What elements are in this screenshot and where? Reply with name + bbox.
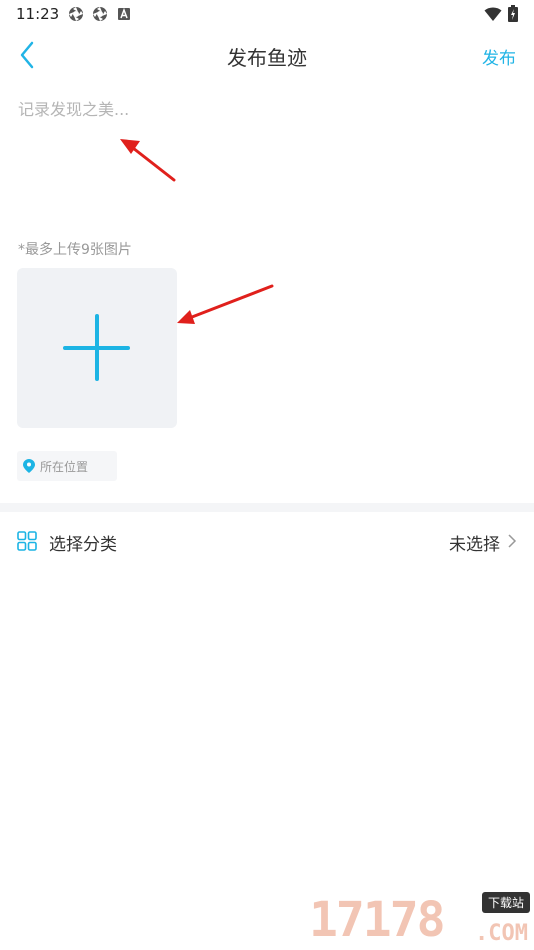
upload-hint: *最多上传9张图片 <box>18 242 132 258</box>
section-divider <box>0 503 534 512</box>
post-content-input[interactable] <box>18 96 516 216</box>
status-notification-icons <box>68 6 132 22</box>
watermark-digits: 17178 <box>309 892 445 948</box>
add-image-button[interactable] <box>17 268 177 428</box>
category-value: 未选择 <box>449 535 500 555</box>
status-time: 11:23 <box>16 5 60 23</box>
watermark-badge: 下载站 <box>481 892 530 913</box>
status-system-icons <box>484 5 518 26</box>
location-label: 所在位置 <box>40 459 89 474</box>
page-title: 发布鱼迹 <box>227 46 307 70</box>
app-a-icon <box>116 6 132 22</box>
aperture-icon <box>68 6 84 22</box>
plus-icon-vertical <box>95 314 99 381</box>
category-label: 选择分类 <box>49 535 117 555</box>
aperture-icon <box>92 6 108 22</box>
status-bar: 11:23 <box>0 0 534 28</box>
map-pin-icon <box>23 459 35 473</box>
watermark-logo: 17178 下载站 .COM <box>309 892 534 950</box>
battery-charging-icon <box>508 5 518 26</box>
select-category-row[interactable]: 选择分类 未选择 <box>0 512 534 570</box>
grid-icon <box>17 531 37 551</box>
annotation-arrow-upload <box>177 284 274 324</box>
chevron-right-icon <box>508 534 517 548</box>
watermark-suffix: .COM <box>475 921 528 946</box>
publish-button[interactable]: 发布 <box>482 44 516 69</box>
nav-bar: 发布鱼迹 发布 <box>0 28 534 82</box>
wifi-icon <box>484 6 502 26</box>
location-button[interactable]: 所在位置 <box>17 451 117 481</box>
